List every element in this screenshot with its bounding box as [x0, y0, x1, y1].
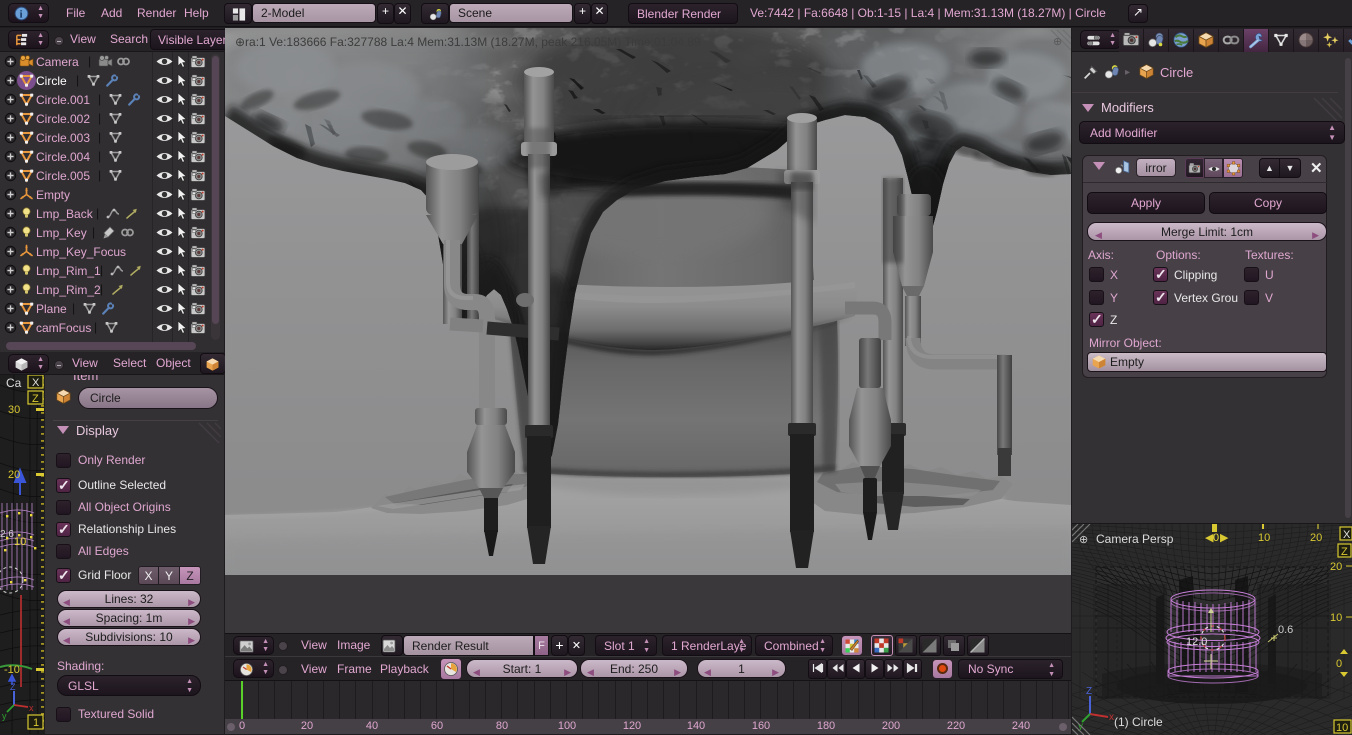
svg-text:▶: ▶: [1220, 532, 1229, 544]
svg-text:Z: Z: [10, 682, 16, 692]
svg-text:0.6: 0.6: [1278, 624, 1293, 636]
svg-text:X: X: [32, 377, 40, 389]
svg-text:-10: -10: [4, 664, 20, 676]
svg-text:Camera Persp: Camera Persp: [1096, 532, 1174, 546]
svg-text:⊕: ⊕: [1053, 36, 1062, 48]
svg-text:i: i: [20, 9, 23, 20]
svg-text:10: 10: [14, 536, 26, 548]
svg-text:X: X: [1343, 529, 1351, 541]
svg-text:Ca: Ca: [6, 376, 22, 390]
svg-text:Z: Z: [1341, 546, 1348, 558]
svg-text:x: x: [29, 703, 34, 713]
svg-text:20: 20: [1330, 561, 1342, 573]
svg-text:0: 0: [1213, 532, 1219, 544]
svg-text:10: 10: [1258, 532, 1270, 544]
svg-text:⊕: ⊕: [1079, 534, 1088, 546]
svg-text:10: 10: [1330, 612, 1342, 624]
svg-text:⊕ra:1 Ve:183666 Fa:327788 La:: ⊕ra:1 Ve:183666 Fa:327788 La:4 Mem:31.13…: [235, 35, 701, 49]
svg-text:30: 30: [8, 404, 20, 416]
svg-text:10: 10: [1336, 722, 1348, 734]
svg-text:20: 20: [8, 469, 20, 481]
svg-text:(1) Circle: (1) Circle: [1114, 715, 1163, 729]
svg-text:0: 0: [1336, 658, 1342, 670]
svg-text:12.0: 12.0: [1186, 636, 1207, 648]
svg-text:20: 20: [1310, 532, 1322, 544]
svg-text:1: 1: [33, 717, 39, 729]
svg-text:x: x: [1109, 712, 1114, 723]
svg-text:Z: Z: [32, 393, 39, 405]
svg-text:y: y: [2, 711, 7, 721]
svg-text:Z: Z: [1086, 686, 1092, 697]
